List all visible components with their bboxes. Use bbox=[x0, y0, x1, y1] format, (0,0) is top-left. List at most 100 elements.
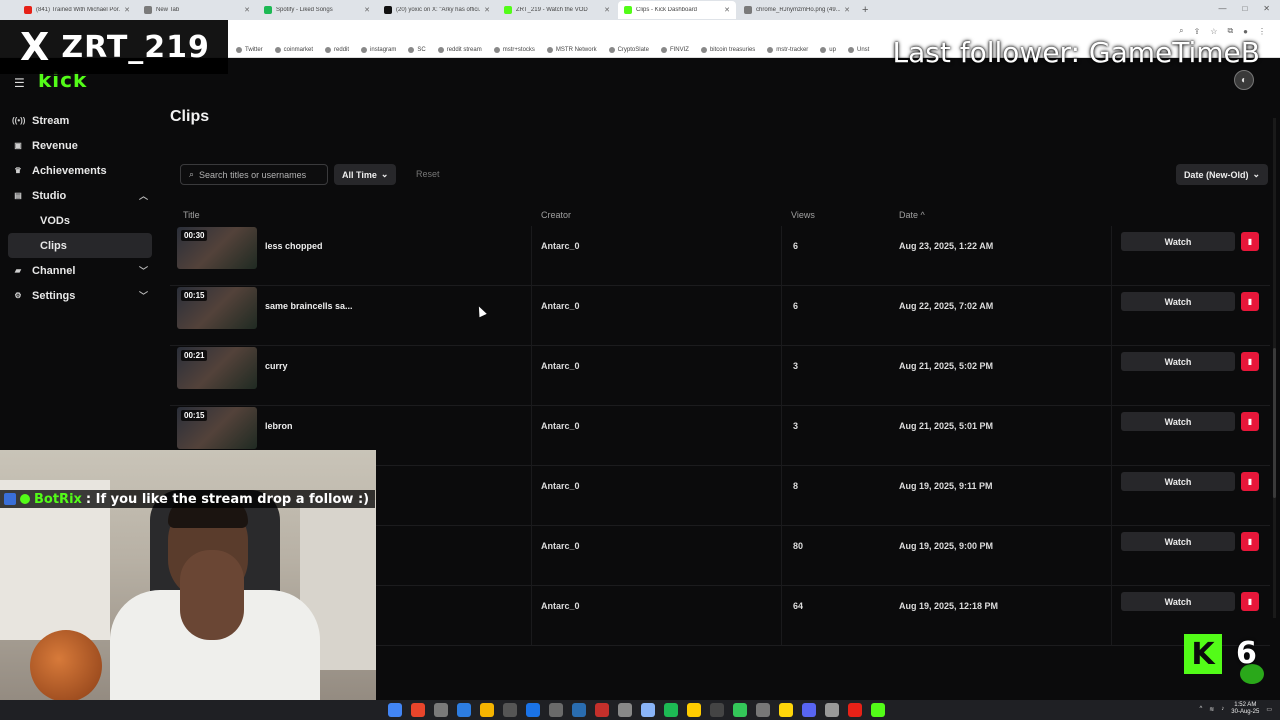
scrollbar-thumb[interactable] bbox=[1273, 348, 1276, 498]
delete-button[interactable]: ▮ bbox=[1241, 532, 1259, 551]
close-icon[interactable]: ✕ bbox=[364, 6, 370, 14]
taskbar-bolt-icon[interactable] bbox=[756, 703, 770, 717]
clip-title[interactable]: lebron bbox=[265, 421, 293, 431]
sidebar-item-clips[interactable]: Clips bbox=[8, 233, 152, 258]
clip-thumbnail[interactable]: 00:21 bbox=[177, 347, 257, 389]
bookmark-item[interactable]: reddit bbox=[325, 46, 349, 53]
chevron-up-icon[interactable]: ^ bbox=[1199, 706, 1202, 712]
taskbar-terminal-icon[interactable] bbox=[710, 703, 724, 717]
search-input[interactable] bbox=[199, 169, 320, 180]
close-window-icon[interactable]: ✕ bbox=[1263, 4, 1270, 13]
clip-creator[interactable]: Antarc_0 bbox=[541, 541, 580, 551]
close-icon[interactable]: ✕ bbox=[484, 6, 490, 14]
watch-button[interactable]: Watch bbox=[1121, 352, 1235, 371]
minimize-icon[interactable]: — bbox=[1218, 4, 1226, 13]
user-avatar[interactable]: ◐ bbox=[1234, 70, 1254, 90]
bookmark-item[interactable]: mstr+stocks bbox=[493, 46, 535, 53]
clip-creator[interactable]: Antarc_0 bbox=[541, 421, 580, 431]
table-row[interactable]: 00:15 same braincells sa... Antarc_0 6 Aug 2… bbox=[170, 286, 1270, 346]
clip-thumbnail[interactable]: 00:30 bbox=[177, 227, 257, 269]
volume-icon[interactable]: ♪ bbox=[1221, 706, 1224, 712]
taskbar-chrome-icon[interactable] bbox=[388, 703, 402, 717]
clip-thumbnail[interactable]: 00:15 bbox=[177, 287, 257, 329]
browser-tab[interactable]: (20) yoxic on X: "Arky has offici... ✕ bbox=[378, 1, 496, 19]
taskbar-capcut-icon[interactable] bbox=[503, 703, 517, 717]
taskbar-settings-icon[interactable] bbox=[434, 703, 448, 717]
bookmark-item[interactable]: instagram bbox=[361, 46, 396, 53]
sidebar-item-revenue[interactable]: ▣ Revenue bbox=[0, 133, 160, 158]
browser-tab[interactable]: Spotify - Liked Songs ✕ bbox=[258, 1, 376, 19]
bookmark-item[interactable]: mstr-tracker bbox=[767, 46, 808, 53]
sidebar-item-vods[interactable]: VODs bbox=[8, 208, 152, 233]
close-icon[interactable]: ✕ bbox=[604, 6, 610, 14]
clip-creator[interactable]: Antarc_0 bbox=[541, 481, 580, 491]
taskbar-photos-icon[interactable] bbox=[641, 703, 655, 717]
browser-tab[interactable]: (841) Trained With Michael Por... ✕ bbox=[18, 1, 136, 19]
taskbar-notes-icon[interactable] bbox=[687, 703, 701, 717]
delete-button[interactable]: ▮ bbox=[1241, 232, 1259, 251]
bookmark-item[interactable]: reddit stream bbox=[437, 46, 482, 53]
taskbar-brave-icon[interactable] bbox=[411, 703, 425, 717]
browser-tab[interactable]: chrome_RJnymzmHo.png (49... ✕ bbox=[738, 1, 856, 19]
close-icon[interactable]: ✕ bbox=[124, 6, 130, 14]
taskbar-notion-icon[interactable] bbox=[825, 703, 839, 717]
search-box[interactable]: ⌕ bbox=[180, 164, 328, 185]
sidebar-item-studio[interactable]: ▤ Studio ︿ bbox=[0, 183, 160, 208]
bookmark-item[interactable]: MSTR Network bbox=[546, 46, 597, 53]
wifi-icon[interactable]: ≋ bbox=[1209, 706, 1214, 713]
taskbar-valorant-icon[interactable] bbox=[572, 703, 586, 717]
table-row[interactable]: 00:30 less chopped Antarc_0 6 Aug 23, 2025, … bbox=[170, 226, 1270, 286]
column-views[interactable]: Views bbox=[791, 210, 815, 220]
column-creator[interactable]: Creator bbox=[541, 210, 571, 220]
taskbar-youtube-icon[interactable] bbox=[848, 703, 862, 717]
new-tab-button[interactable]: + bbox=[862, 4, 868, 16]
taskbar-discord-icon[interactable] bbox=[802, 703, 816, 717]
close-icon[interactable]: ✕ bbox=[244, 6, 250, 14]
taskbar-media-icon[interactable] bbox=[595, 703, 609, 717]
taskbar-folder-icon[interactable] bbox=[480, 703, 494, 717]
chevron-down-icon[interactable]: ﹀ bbox=[139, 264, 148, 277]
watch-button[interactable]: Watch bbox=[1121, 532, 1235, 551]
bookmark-item[interactable]: bitcoin treasuries bbox=[700, 46, 755, 53]
watch-button[interactable]: Watch bbox=[1121, 412, 1235, 431]
star-icon[interactable]: ☆ bbox=[1210, 27, 1217, 36]
sidebar-item-settings[interactable]: ⚙ Settings ﹀ bbox=[0, 283, 160, 308]
clip-thumbnail[interactable]: 00:15 bbox=[177, 407, 257, 449]
clip-title[interactable]: curry bbox=[265, 361, 288, 371]
column-date[interactable]: Date ^ bbox=[899, 210, 925, 220]
close-icon[interactable]: ✕ bbox=[724, 6, 730, 14]
sidebar-item-channel[interactable]: ▰ Channel ﹀ bbox=[0, 258, 160, 283]
taskbar-chat-icon[interactable] bbox=[733, 703, 747, 717]
delete-button[interactable]: ▮ bbox=[1241, 292, 1259, 311]
close-icon[interactable]: ✕ bbox=[844, 6, 850, 14]
notification-icon[interactable]: ▭ bbox=[1266, 706, 1272, 713]
browser-tab[interactable]: ZRT_219 - Watch the VOD ✕ bbox=[498, 1, 616, 19]
share-icon[interactable]: ⇪ bbox=[1194, 27, 1201, 36]
clip-title[interactable]: same braincells sa... bbox=[265, 301, 353, 311]
watch-button[interactable]: Watch bbox=[1121, 592, 1235, 611]
watch-button[interactable]: Watch bbox=[1121, 472, 1235, 491]
delete-button[interactable]: ▮ bbox=[1241, 352, 1259, 371]
page-scrollbar[interactable] bbox=[1273, 118, 1276, 618]
browser-tab[interactable]: New Tab ✕ bbox=[138, 1, 256, 19]
reset-button[interactable]: Reset bbox=[416, 169, 440, 179]
sidebar-item-achievements[interactable]: ♛ Achievements bbox=[0, 158, 160, 183]
bookmark-item[interactable]: FINVIZ bbox=[660, 46, 689, 53]
chevron-up-icon[interactable]: ︿ bbox=[139, 189, 148, 202]
time-filter-dropdown[interactable]: All Time ⌄ bbox=[334, 164, 397, 185]
delete-button[interactable]: ▮ bbox=[1241, 472, 1259, 491]
sidebar-item-stream[interactable]: ((•)) Stream bbox=[0, 108, 160, 133]
clip-creator[interactable]: Antarc_0 bbox=[541, 361, 580, 371]
hamburger-menu-icon[interactable]: ☰ bbox=[14, 76, 25, 90]
clip-title[interactable]: less chopped bbox=[265, 241, 323, 251]
watch-button[interactable]: Watch bbox=[1121, 292, 1235, 311]
clip-creator[interactable]: Antarc_0 bbox=[541, 601, 580, 611]
bookmark-item[interactable]: CryptoSlate bbox=[608, 46, 649, 53]
taskbar-files-icon[interactable] bbox=[457, 703, 471, 717]
bookmark-item[interactable]: Unst bbox=[847, 46, 869, 53]
menu-icon[interactable]: ⋮ bbox=[1258, 27, 1266, 36]
search-icon[interactable]: ⌕ bbox=[1179, 26, 1183, 36]
table-row[interactable]: 00:21 curry Antarc_0 3 Aug 21, 2025, 5:02 PM… bbox=[170, 346, 1270, 406]
profile-icon[interactable]: ● bbox=[1243, 27, 1248, 36]
maximize-icon[interactable]: □ bbox=[1242, 4, 1247, 13]
